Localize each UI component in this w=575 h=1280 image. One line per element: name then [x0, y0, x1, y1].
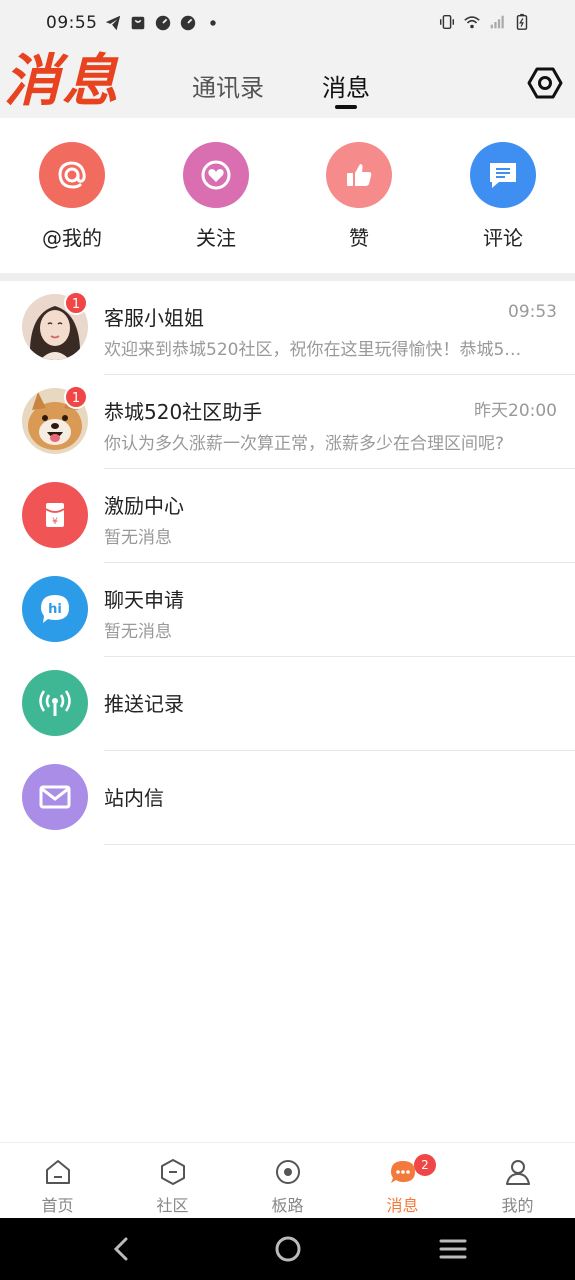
- bag-icon: [131, 16, 145, 30]
- notification-icons: [104, 14, 222, 32]
- heart-icon: [183, 142, 249, 208]
- conversation-time: 09:53: [508, 302, 557, 322]
- hi-chat-icon: hi: [22, 576, 88, 642]
- conversation-name: 激励中心: [104, 494, 184, 518]
- conversation-name: 客服小姐姐: [104, 306, 204, 330]
- nav-label: 消息: [386, 1196, 419, 1215]
- nav-item-profile[interactable]: 我的: [460, 1143, 575, 1219]
- quick-actions: @我的 关注 赞 评论: [0, 118, 575, 274]
- mail-icon: [22, 764, 88, 830]
- quick-action-label: @我的: [42, 226, 102, 250]
- battery-icon: [516, 13, 528, 30]
- at-icon: [39, 142, 105, 208]
- row-separator: [104, 844, 575, 845]
- broadcast-icon: [22, 670, 88, 736]
- nav-item-messages[interactable]: 2 消息: [345, 1143, 460, 1219]
- nav-badge: 2: [414, 1154, 436, 1176]
- dot-icon: [210, 20, 216, 26]
- conversation-item-site-mail[interactable]: 站内信: [0, 751, 575, 845]
- conversation-preview: 暂无消息: [104, 528, 172, 548]
- conversation-item-community-assistant[interactable]: 1 恭城520社区助手 昨天20:00 你认为多久涨薪一次算正常，涨薪多少在合理…: [0, 375, 575, 469]
- unread-badge: 1: [64, 385, 88, 409]
- svg-text:¥: ¥: [52, 517, 58, 527]
- conversation-time: 昨天20:00: [474, 401, 557, 421]
- gauge-icon: [180, 15, 196, 31]
- status-time: 09:55: [46, 13, 98, 33]
- svg-text:hi: hi: [48, 602, 62, 617]
- quick-action-follow[interactable]: 关注: [156, 142, 276, 251]
- nav-label: 板路: [271, 1196, 304, 1215]
- tab-messages[interactable]: 消息: [322, 68, 370, 103]
- status-bar: 09:55: [0, 0, 575, 48]
- community-icon: [161, 1159, 185, 1185]
- nav-item-community[interactable]: 社区: [115, 1143, 230, 1219]
- nav-label: 首页: [41, 1196, 74, 1215]
- conversation-preview: 欢迎来到恭城520社区，祝你在这里玩得愉快！恭城5…: [104, 340, 522, 360]
- profile-icon: [506, 1160, 530, 1185]
- nav-item-board[interactable]: 板路: [230, 1143, 345, 1219]
- bottom-navigation: 首页 社区 板路 2 消息 我的: [0, 1142, 575, 1218]
- conversation-item-incentive-center[interactable]: ¥ 激励中心 暂无消息: [0, 469, 575, 563]
- compass-icon: [276, 1160, 300, 1184]
- conversation-name: 恭城520社区助手: [104, 400, 263, 424]
- system-status-icons: [438, 13, 531, 31]
- conversation-list: 1 客服小姐姐 09:53 欢迎来到恭城520社区，祝你在这里玩得愉快！恭城5…: [0, 281, 575, 845]
- conversation-preview: 暂无消息: [104, 622, 172, 642]
- unread-badge: 1: [64, 291, 88, 315]
- home-icon: [46, 1160, 70, 1184]
- quick-action-label: 评论: [483, 226, 523, 250]
- tab-contacts[interactable]: 通讯录: [192, 68, 264, 103]
- quick-action-label: 关注: [196, 226, 236, 250]
- conversation-item-push-records[interactable]: 推送记录: [0, 657, 575, 751]
- section-divider: [0, 273, 575, 281]
- signal-icon: [490, 15, 504, 29]
- conversation-name: 聊天申请: [104, 588, 184, 612]
- wifi-icon: [464, 16, 480, 29]
- thumb-up-icon: [326, 142, 392, 208]
- messages-screen: 09:55 消息 通讯录 消息 @我的 关注 赞 评论 1 客服小姐姐 09:5…: [0, 0, 575, 1280]
- quick-action-label: 赞: [349, 226, 369, 250]
- quick-action-like[interactable]: 赞: [299, 142, 419, 251]
- quick-action-at-me[interactable]: @我的: [12, 142, 132, 251]
- logo-title: 消息: [4, 48, 120, 114]
- telegram-icon: [105, 15, 121, 31]
- quick-action-comment[interactable]: 评论: [443, 142, 563, 251]
- nav-item-home[interactable]: 首页: [0, 1143, 115, 1219]
- top-header: 消息 通讯录 消息: [0, 48, 575, 118]
- conversation-name: 推送记录: [104, 692, 184, 716]
- conversation-preview: 你认为多久涨薪一次算正常，涨薪多少在合理区间呢?: [104, 434, 505, 454]
- hexagon-settings-icon[interactable]: [527, 65, 563, 101]
- gauge-icon: [155, 15, 171, 31]
- conversation-item-chat-request[interactable]: hi 聊天申请 暂无消息: [0, 563, 575, 657]
- conversation-name: 站内信: [104, 786, 164, 810]
- active-tab-indicator: [335, 105, 357, 109]
- system-navigation-bar: [0, 1218, 575, 1280]
- red-envelope-icon: ¥: [22, 482, 88, 548]
- nav-label: 我的: [501, 1196, 534, 1215]
- conversation-item-customer-service[interactable]: 1 客服小姐姐 09:53 欢迎来到恭城520社区，祝你在这里玩得愉快！恭城5…: [0, 281, 575, 375]
- comment-icon: [470, 142, 536, 208]
- nav-label: 社区: [156, 1196, 189, 1215]
- menu-icon[interactable]: [437, 1233, 469, 1265]
- home-circle-icon[interactable]: [272, 1233, 304, 1265]
- back-icon[interactable]: [106, 1233, 138, 1265]
- vibrate-icon: [439, 14, 455, 30]
